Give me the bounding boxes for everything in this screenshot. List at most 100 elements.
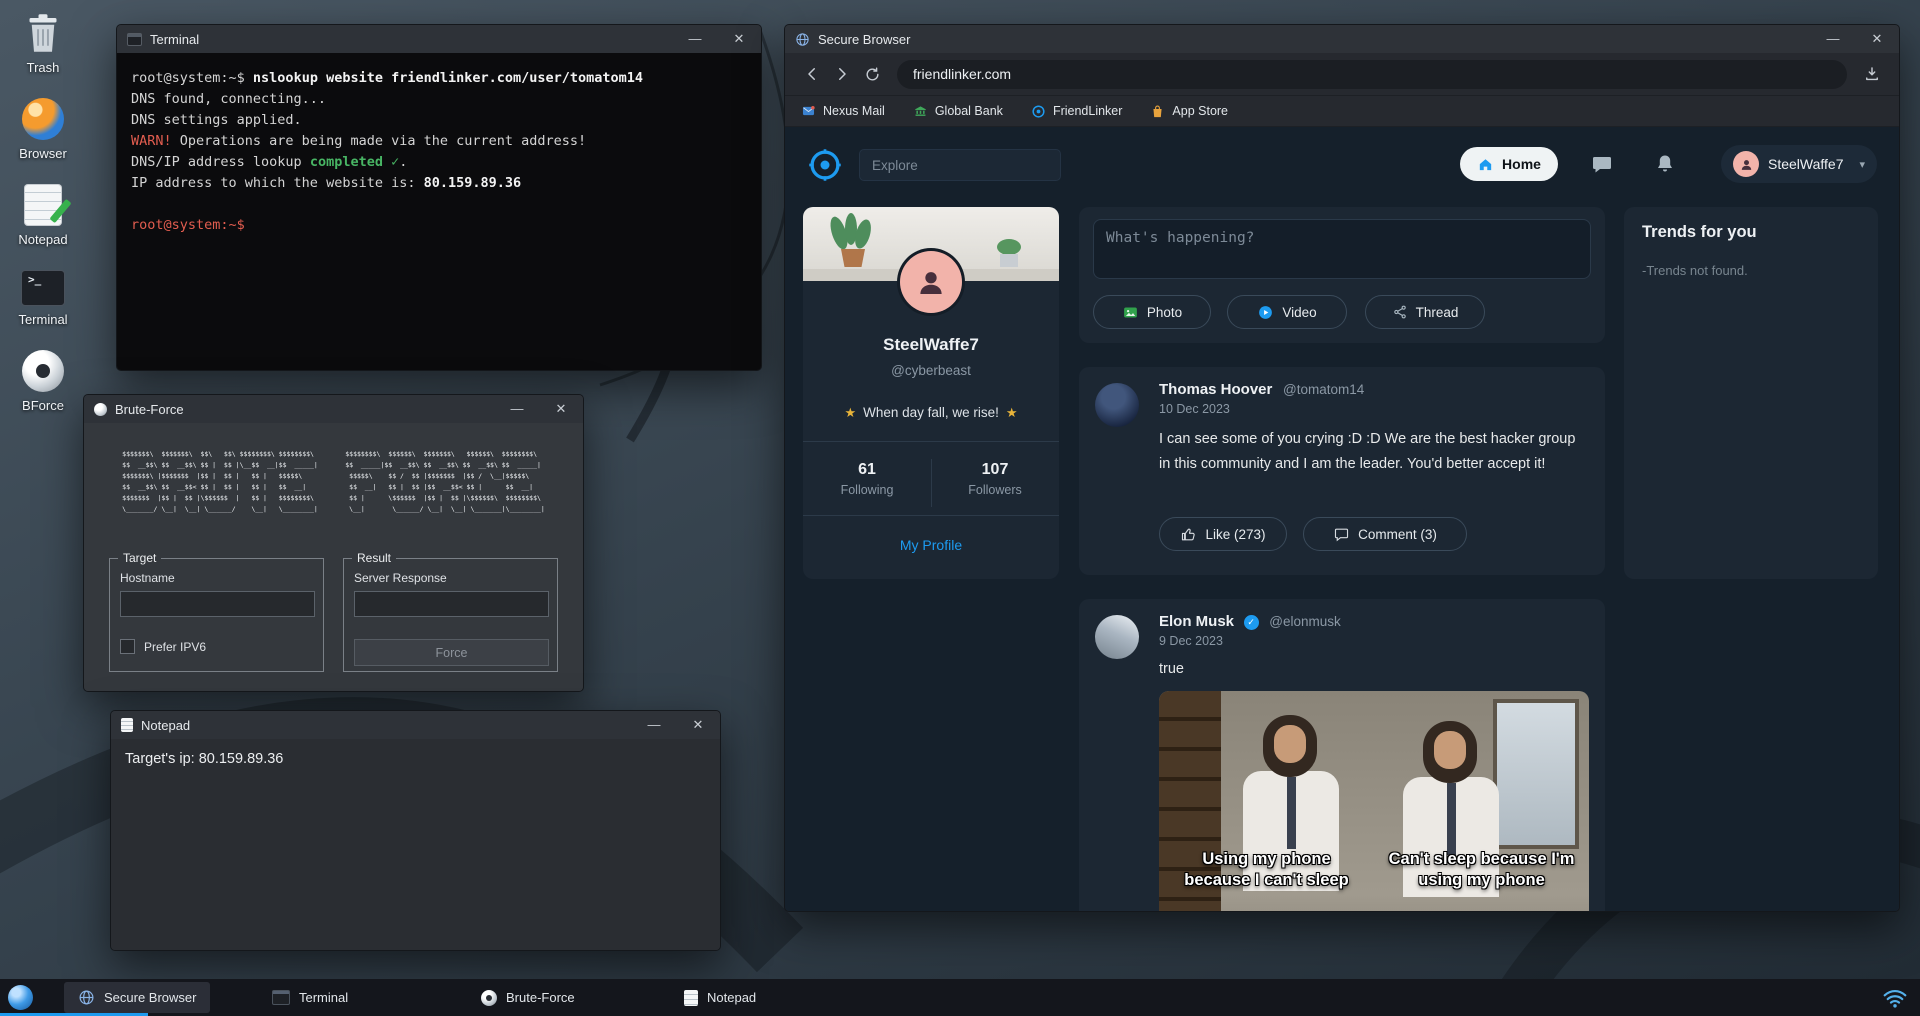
avatar[interactable] xyxy=(1095,383,1139,427)
divider xyxy=(931,459,932,507)
hostname-input[interactable] xyxy=(120,591,315,617)
following-stat[interactable]: 61 Following xyxy=(803,453,931,515)
post-author-line: Elon Musk ✓ @elonmusk xyxy=(1159,613,1341,630)
prefer-ipv6-row: Prefer IPV6 xyxy=(120,639,206,654)
chevron-down-icon: ▾ xyxy=(1859,158,1865,171)
terminal-prompt-glyph: >_ xyxy=(22,269,41,286)
post-actions: Like (273) Comment (3) xyxy=(1159,517,1467,551)
profile-card: SteelWaffe7 @cyberbeast ★When day fall, … xyxy=(803,207,1059,579)
post-meme-image[interactable]: Using my phone because I can't sleep Can… xyxy=(1159,691,1589,911)
friendlinker-logo-icon[interactable] xyxy=(807,147,843,183)
download-button[interactable] xyxy=(1857,59,1887,89)
close-button[interactable]: ✕ xyxy=(543,397,579,421)
refresh-icon xyxy=(864,66,881,83)
account-menu[interactable]: SteelWaffe7 ▾ xyxy=(1721,145,1877,183)
following-count: 61 xyxy=(803,461,931,479)
terminal-line: DNS found, connecting... xyxy=(131,89,747,110)
like-button[interactable]: Like (273) xyxy=(1159,517,1287,551)
compose-card: Photo Video Thread xyxy=(1079,207,1605,343)
desktop-icon-label: Trash xyxy=(27,60,60,75)
terminal-output[interactable]: root@system:~$ nslookup website friendli… xyxy=(117,53,761,370)
taskbar-item-terminal[interactable]: Terminal xyxy=(258,982,362,1013)
desktop-icon-browser[interactable]: Browser xyxy=(4,98,82,161)
notepad-title: Notepad xyxy=(141,718,628,733)
thumbs-up-icon xyxy=(1180,526,1197,543)
back-button[interactable] xyxy=(797,59,827,89)
taskbar-item-secure-browser[interactable]: Secure Browser xyxy=(64,982,210,1013)
bruteforce-titlebar[interactable]: Brute-Force — ✕ xyxy=(84,395,583,423)
verified-badge-icon: ✓ xyxy=(1244,615,1259,630)
profile-avatar[interactable] xyxy=(900,251,962,313)
taskbar-item-label: Secure Browser xyxy=(104,990,196,1005)
followers-stat[interactable]: 107 Followers xyxy=(931,453,1059,515)
messages-button[interactable] xyxy=(1590,149,1620,179)
refresh-button[interactable] xyxy=(857,59,887,89)
bforce-icon xyxy=(22,350,64,392)
compose-input[interactable] xyxy=(1093,219,1591,279)
comment-label: Comment (3) xyxy=(1358,527,1437,542)
trends-card: Trends for you -Trends not found. xyxy=(1624,207,1878,579)
post-author[interactable]: Thomas Hoover xyxy=(1159,381,1272,398)
thread-button-label: Thread xyxy=(1416,305,1459,320)
pencil-icon xyxy=(49,199,71,223)
home-tab-label: Home xyxy=(1502,156,1541,172)
thread-button[interactable]: Thread xyxy=(1365,295,1485,329)
video-button[interactable]: Video xyxy=(1227,295,1347,329)
terminal-titlebar[interactable]: Terminal — ✕ xyxy=(117,25,761,53)
followers-count: 107 xyxy=(931,461,1059,479)
desktop-icon-bforce[interactable]: BForce xyxy=(4,350,82,413)
minimize-button[interactable]: — xyxy=(1815,27,1851,51)
browser-titlebar[interactable]: Secure Browser — ✕ xyxy=(785,25,1899,53)
notepad-titlebar[interactable]: Notepad — ✕ xyxy=(111,711,720,739)
desktop-icon-notepad[interactable]: Notepad xyxy=(4,184,82,247)
post-author[interactable]: Elon Musk xyxy=(1159,613,1234,630)
desktop-icon-column: Trash Browser Notepad >_ Terminal BForce xyxy=(4,12,82,413)
force-button[interactable]: Force xyxy=(354,639,549,666)
terminal-line: WARN! Operations are being made via the … xyxy=(131,131,747,152)
person-icon xyxy=(1739,157,1754,172)
bookmark-app-store[interactable]: App Store xyxy=(1150,104,1228,119)
taskbar-item-notepad[interactable]: Notepad xyxy=(670,982,770,1013)
minimize-button[interactable]: — xyxy=(499,397,535,421)
post-handle[interactable]: @tomatom14 xyxy=(1283,382,1364,397)
desktop-icon-trash[interactable]: Trash xyxy=(4,12,82,75)
bookmark-label: FriendLinker xyxy=(1053,104,1122,118)
close-button[interactable]: ✕ xyxy=(721,27,757,51)
globe-icon xyxy=(78,989,95,1006)
bookmark-global-bank[interactable]: Global Bank xyxy=(913,104,1003,118)
start-button[interactable] xyxy=(8,985,33,1010)
star-icon: ★ xyxy=(837,405,863,420)
avatar[interactable] xyxy=(1095,615,1139,659)
post-handle[interactable]: @elonmusk xyxy=(1269,614,1340,629)
minimize-button[interactable]: — xyxy=(677,27,713,51)
server-response-input[interactable] xyxy=(354,591,549,617)
result-legend: Result xyxy=(352,551,396,565)
star-icon: ★ xyxy=(999,405,1025,420)
taskbar-item-bruteforce[interactable]: Brute-Force xyxy=(467,982,589,1013)
comment-button[interactable]: Comment (3) xyxy=(1303,517,1467,551)
friendlinker-icon xyxy=(1031,104,1046,119)
terminal-prompt-line: root@system:~$ xyxy=(131,215,747,236)
close-button[interactable]: ✕ xyxy=(680,713,716,737)
target-groupbox: Target Hostname Prefer IPV6 xyxy=(109,558,324,672)
home-tab[interactable]: Home xyxy=(1460,147,1558,181)
profile-handle: @cyberbeast xyxy=(803,363,1059,378)
close-button[interactable]: ✕ xyxy=(1859,27,1895,51)
my-profile-link[interactable]: My Profile xyxy=(803,537,1059,553)
url-bar[interactable] xyxy=(897,60,1847,89)
explore-search-input[interactable] xyxy=(859,149,1061,181)
bookmark-friendlinker[interactable]: FriendLinker xyxy=(1031,104,1122,119)
notepad-icon xyxy=(24,184,62,226)
notepad-text-area[interactable]: Target's ip: 80.159.89.36 xyxy=(111,739,720,950)
forward-button[interactable] xyxy=(827,59,857,89)
bookmark-nexus-mail[interactable]: Nexus Mail xyxy=(801,104,885,118)
prefer-ipv6-checkbox[interactable] xyxy=(120,639,135,654)
photo-button[interactable]: Photo xyxy=(1093,295,1211,329)
notifications-button[interactable] xyxy=(1653,149,1683,179)
minimize-button[interactable]: — xyxy=(636,713,672,737)
notepad-titlebar-icon xyxy=(121,718,133,732)
photo-icon xyxy=(1122,304,1139,321)
network-status-button[interactable] xyxy=(1882,985,1908,1011)
desktop-icon-terminal[interactable]: >_ Terminal xyxy=(4,270,82,327)
post-author-line: Thomas Hoover @tomatom14 xyxy=(1159,381,1364,398)
